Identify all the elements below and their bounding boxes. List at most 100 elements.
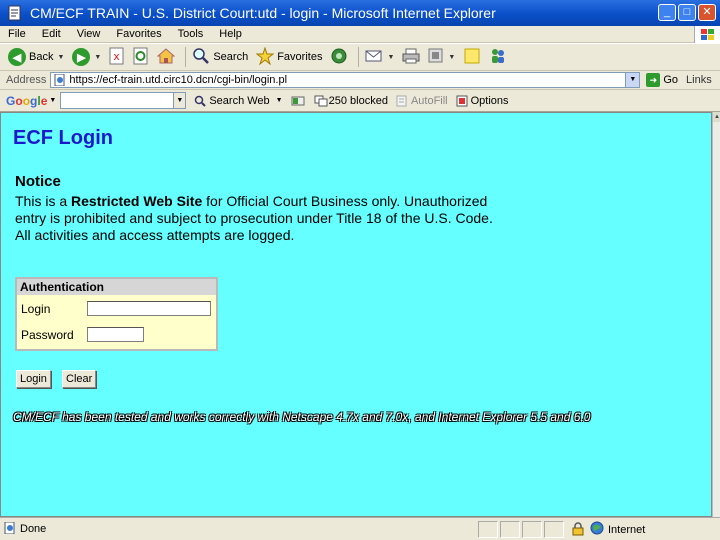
password-row: Password: [21, 327, 144, 342]
status-panel: [478, 521, 498, 538]
zone-label: Internet: [608, 523, 646, 536]
chevron-down-icon[interactable]: ▼: [174, 92, 187, 109]
home-button[interactable]: [155, 46, 177, 68]
popup-blocker-icon: [314, 95, 328, 107]
close-button[interactable]: ✕: [698, 4, 716, 21]
home-icon: [157, 47, 176, 68]
media-icon: [330, 47, 348, 68]
menu-view[interactable]: View: [69, 28, 109, 40]
chevron-down-icon[interactable]: ▼: [387, 54, 394, 61]
go-button[interactable]: ➜ Go: [646, 73, 678, 87]
chevron-down-icon[interactable]: ▼: [94, 54, 101, 61]
notice-title: Notice: [15, 173, 61, 190]
printer-icon: [402, 47, 420, 68]
chevron-down-icon[interactable]: ▼: [57, 54, 64, 61]
toolbar-separator: [185, 47, 187, 67]
back-label: Back: [29, 51, 54, 63]
autofill-button[interactable]: AutoFill: [396, 95, 448, 107]
search-button[interactable]: Search: [190, 46, 250, 68]
menu-help[interactable]: Help: [211, 28, 250, 40]
favorites-button[interactable]: Favorites: [254, 45, 324, 68]
window-title: CM/ECF TRAIN - U.S. District Court:utd -…: [30, 5, 496, 21]
ie-page-icon: [6, 4, 24, 22]
mail-button[interactable]: ▼: [363, 46, 396, 68]
autofill-label: AutoFill: [410, 94, 448, 107]
google-logo[interactable]: Google: [6, 94, 47, 108]
address-label: Address: [6, 74, 47, 86]
ie-page-icon: [4, 521, 16, 537]
search-icon: [192, 47, 210, 68]
blocked-label: 250 blocked: [328, 94, 388, 107]
svg-text:x: x: [114, 50, 121, 63]
forward-arrow-icon: ▶: [72, 48, 91, 66]
clear-button[interactable]: Clear: [62, 370, 97, 388]
chevron-down-icon[interactable]: ▼: [625, 73, 640, 87]
notice-text-bold: Restricted Web Site: [71, 193, 203, 209]
search-web-button[interactable]: Search Web ▼: [194, 94, 283, 107]
search-label: Search: [213, 51, 249, 63]
print-button[interactable]: [400, 46, 422, 68]
password-field[interactable]: [87, 327, 144, 342]
menu-favorites[interactable]: Favorites: [108, 28, 169, 40]
menu-file[interactable]: File: [0, 28, 34, 40]
star-icon: [255, 45, 275, 68]
maximize-button[interactable]: □: [678, 4, 696, 21]
notice-body: This is a Restricted Web Site for Offici…: [15, 193, 505, 244]
favorites-label: Favorites: [277, 51, 323, 63]
chevron-down-icon[interactable]: ▼: [448, 54, 455, 61]
status-text: Done: [4, 521, 46, 537]
toolbar-separator: [358, 47, 360, 67]
messenger-button[interactable]: [487, 46, 509, 68]
links-label[interactable]: Links: [686, 74, 712, 86]
pagerank-icon: [291, 95, 305, 107]
back-button[interactable]: ◀ Back ▼: [6, 46, 66, 68]
messenger-icon: [489, 47, 507, 68]
login-label: Login: [21, 301, 51, 316]
stop-icon: x: [109, 47, 125, 68]
options-label: Options: [470, 94, 509, 107]
login-row: Login: [21, 301, 211, 316]
options-button[interactable]: Options: [456, 95, 509, 107]
status-bar: Done Internet: [0, 517, 720, 540]
notice-text-prefix: This is a: [15, 193, 72, 209]
google-search-input[interactable]: [60, 92, 175, 109]
refresh-icon: [133, 47, 149, 68]
standard-toolbar: ◀ Back ▼ ▶ ▼ x Search Favorites ▼ ▼: [0, 44, 720, 71]
media-button[interactable]: [328, 46, 350, 68]
edit-button[interactable]: ▼: [426, 46, 457, 68]
menu-edit[interactable]: Edit: [34, 28, 69, 40]
forward-button[interactable]: ▶ ▼: [70, 46, 103, 68]
globe-icon: [590, 521, 604, 538]
status-panel: [500, 521, 520, 538]
stop-button[interactable]: x: [107, 46, 127, 68]
search-web-label: Search Web: [209, 94, 270, 107]
address-url: https://ecf-train.utd.circ10.dcn/cgi-bin…: [69, 74, 288, 86]
pagerank-button[interactable]: [291, 95, 306, 107]
address-input[interactable]: https://ecf-train.utd.circ10.dcn/cgi-bin…: [50, 72, 641, 88]
status-panel: [522, 521, 542, 538]
mail-icon: [365, 47, 383, 68]
vertical-scrollbar[interactable]: ▲: [712, 112, 720, 517]
login-button[interactable]: Login: [16, 370, 51, 388]
go-label: Go: [663, 74, 679, 86]
authentication-header: Authentication: [17, 279, 216, 295]
menu-tools[interactable]: Tools: [170, 28, 212, 40]
page-title: ECF Login: [13, 127, 113, 149]
menu-bar: File Edit View Favorites Tools Help: [0, 26, 720, 43]
popup-blocker-button[interactable]: 250 blocked: [314, 95, 388, 107]
google-toolbar: Google ▼ ▼ Search Web ▼ 250 blocked Auto…: [0, 90, 720, 112]
chevron-down-icon[interactable]: ▼: [49, 97, 56, 104]
notes-button[interactable]: [461, 46, 483, 68]
chevron-down-icon[interactable]: ▼: [276, 97, 283, 104]
autofill-icon: [396, 95, 408, 107]
login-field[interactable]: [87, 301, 211, 316]
window-titlebar: CM/ECF TRAIN - U.S. District Court:utd -…: [0, 0, 720, 26]
lock-icon: [572, 522, 584, 539]
password-label: Password: [21, 327, 74, 342]
options-icon: [456, 95, 468, 107]
refresh-button[interactable]: [131, 46, 151, 68]
scroll-up-arrow-icon[interactable]: ▲: [713, 112, 720, 122]
browser-compatibility-note: CM/ECF has been tested and works correct…: [13, 410, 591, 424]
edit-icon: [428, 48, 444, 67]
minimize-button[interactable]: _: [658, 4, 676, 21]
